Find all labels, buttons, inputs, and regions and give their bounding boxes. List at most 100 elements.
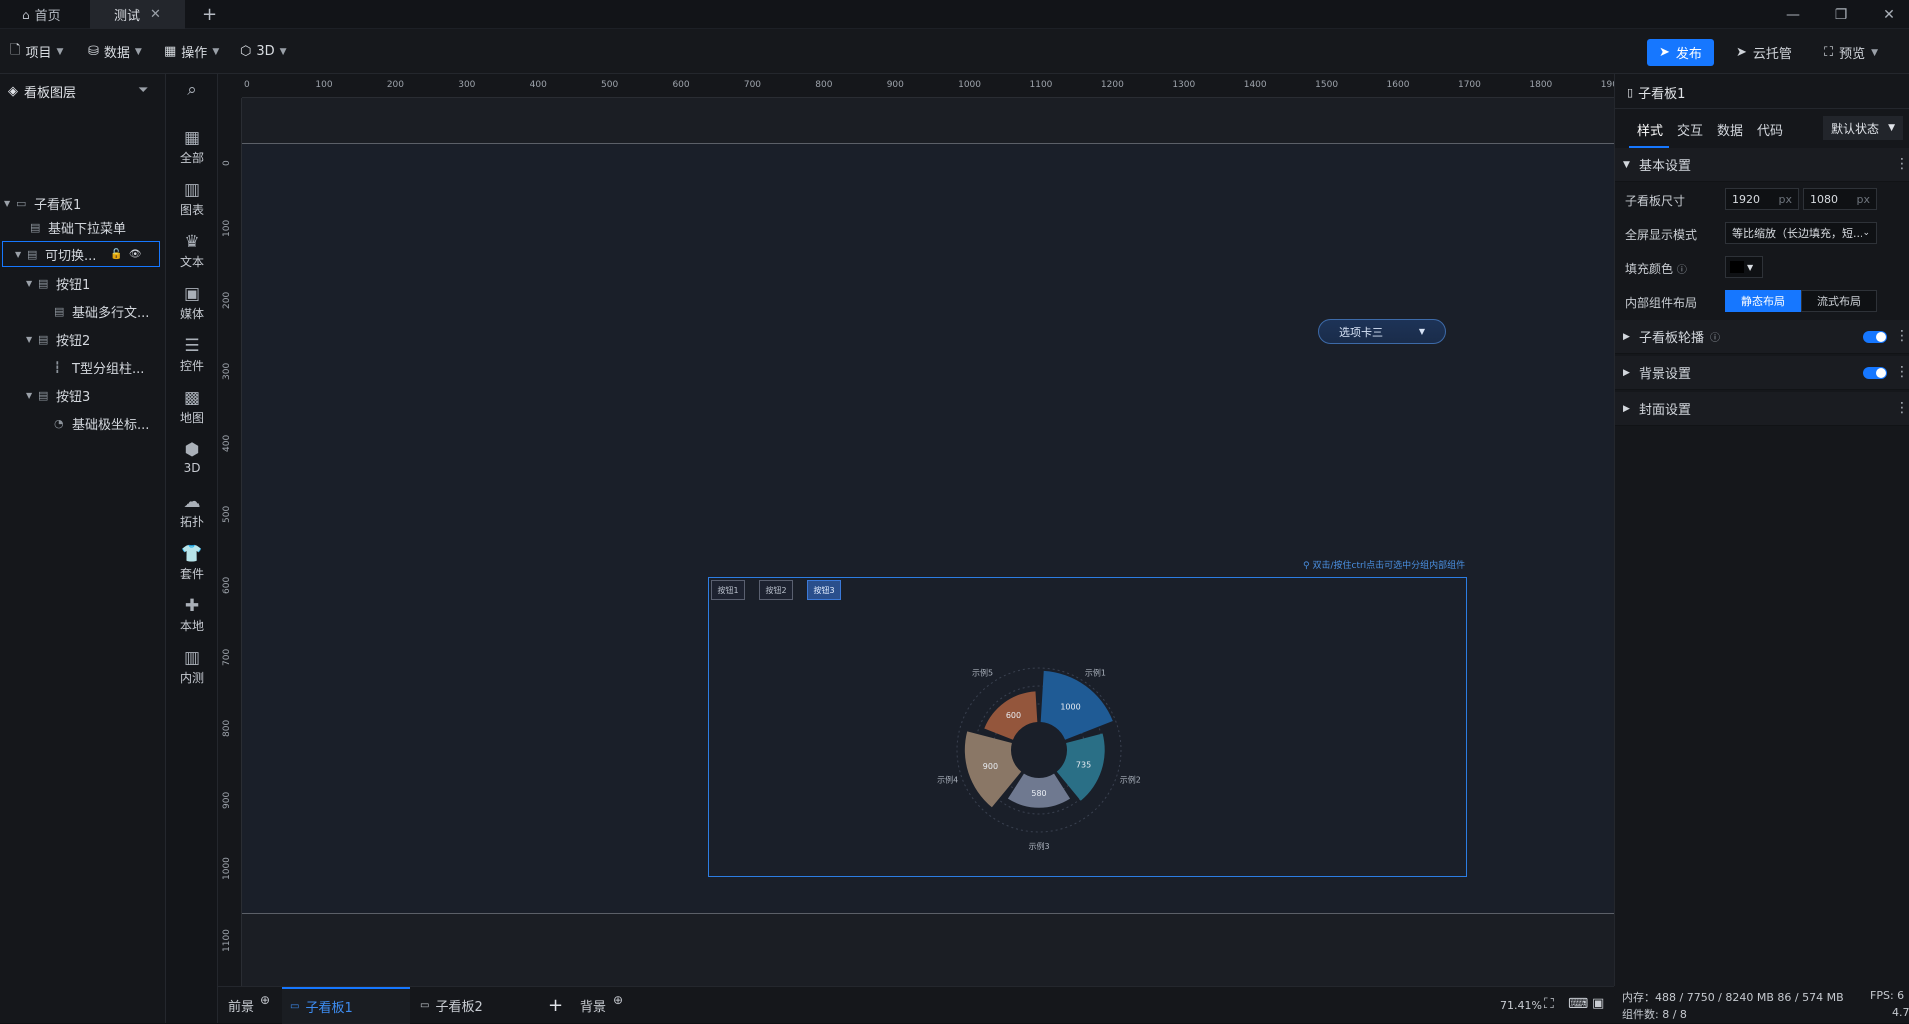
switch-button-3[interactable]: 按钮3 bbox=[807, 580, 841, 600]
menu-operation[interactable]: ▦ 操作 ▼ bbox=[164, 29, 219, 74]
lib-beta[interactable]: ▥ 内测 bbox=[166, 648, 218, 686]
terminal-icon[interactable]: ▣ bbox=[1592, 996, 1604, 1011]
dropdown-value: 选项卡三 bbox=[1339, 325, 1383, 339]
expand-icon[interactable]: ▼ bbox=[26, 279, 38, 288]
height-input[interactable]: 1080 px bbox=[1803, 188, 1877, 210]
divider bbox=[1615, 108, 1909, 109]
add-board-button[interactable]: + bbox=[548, 987, 563, 1024]
vertical-ruler[interactable]: 0 100 200 300 400 500 600 700 800 900 1000 1100 bbox=[218, 98, 242, 986]
expand-icon[interactable]: ▼ bbox=[26, 391, 38, 400]
static-layout-button[interactable]: 静态布局 bbox=[1725, 290, 1801, 312]
layer-label: 基础下拉菜单 bbox=[48, 221, 127, 237]
publish-button[interactable]: ➤ 发布 bbox=[1647, 39, 1714, 66]
restore-icon[interactable]: ❐ bbox=[1830, 4, 1852, 26]
layer-item[interactable]: ▼ ▤ 按钮2 bbox=[26, 325, 164, 353]
expand-icon[interactable]: ▼ bbox=[15, 250, 27, 259]
add-foreground-icon[interactable]: ⊕ bbox=[260, 993, 270, 1007]
eye-icon[interactable]: 👁 bbox=[129, 249, 142, 260]
flow-layout-button[interactable]: 流式布局 bbox=[1801, 290, 1877, 312]
lib-control[interactable]: ☰ 控件 bbox=[166, 336, 218, 374]
lib-kit[interactable]: 👕 套件 bbox=[166, 544, 218, 582]
ruler-tick-label: 800 bbox=[815, 80, 833, 90]
lib-map[interactable]: ▩ 地图 bbox=[166, 388, 218, 426]
lib-label: 全部 bbox=[179, 151, 204, 165]
tab-home[interactable]: ⌂ 首页 bbox=[10, 0, 90, 29]
send-icon: ➤ bbox=[1736, 45, 1747, 60]
width-input[interactable]: 1920 px bbox=[1725, 188, 1799, 210]
ruler-tick-label: 1500 bbox=[1315, 80, 1339, 90]
tab-interaction[interactable]: 交互 bbox=[1677, 120, 1703, 139]
zoom-level[interactable]: 71.41% bbox=[1500, 999, 1542, 1012]
close-icon[interactable]: ✕ bbox=[1878, 4, 1900, 26]
expand-icon[interactable]: ▼ bbox=[4, 199, 16, 208]
background-tab[interactable]: 背景 bbox=[580, 987, 606, 1024]
section-basic-settings[interactable]: ▼ 基本设置 bbox=[1615, 148, 1909, 182]
menu-project[interactable]: 🗋 项目 ▼ bbox=[10, 29, 63, 74]
sub-board[interactable]: 选项卡三 ▼ ⚲ 双击/按住ctrl点击可选中分组内部组件 按钮1 按钮2 按钮… bbox=[242, 143, 1614, 914]
state-select[interactable]: 默认状态 ▼ bbox=[1823, 116, 1903, 140]
lib-media[interactable]: ▣ 媒体 bbox=[166, 284, 218, 322]
memory-status: 内存：488 / 7750 / 8240 MB 86 / 574 MB bbox=[1622, 991, 1844, 1004]
fill-color-picker[interactable]: ▼ bbox=[1725, 256, 1763, 278]
menu-data[interactable]: ⛁ 数据 ▼ bbox=[88, 29, 142, 74]
add-tab-button[interactable]: + bbox=[190, 0, 229, 29]
tab-data[interactable]: 数据 bbox=[1717, 120, 1743, 139]
tab-style[interactable]: 样式 bbox=[1637, 120, 1663, 139]
expand-icon[interactable]: ▼ bbox=[26, 335, 38, 344]
layer-item[interactable]: ◔ 基础极坐标... bbox=[54, 409, 164, 437]
more-icon[interactable]: ⋮ bbox=[1895, 364, 1909, 380]
help-icon[interactable]: ⓘ bbox=[1710, 329, 1720, 344]
layer-item[interactable]: ▤ 基础下拉菜单 bbox=[30, 213, 164, 241]
board-tab-2[interactable]: ▭ 子看板2 bbox=[420, 987, 540, 1024]
search-button[interactable]: ⌕ bbox=[166, 80, 218, 100]
foreground-tab[interactable]: 前景 bbox=[228, 987, 254, 1024]
width-value: 1920 bbox=[1732, 192, 1760, 206]
ruler-tick-label: 0 bbox=[244, 80, 250, 90]
tab-test[interactable]: 测试 ✕ bbox=[90, 0, 185, 29]
fit-screen-icon[interactable]: ⛶ bbox=[1544, 996, 1554, 1012]
lib-3d[interactable]: ⬢ 3D bbox=[166, 440, 218, 475]
cloud-hosting-button[interactable]: ➤ 云托管 bbox=[1736, 39, 1792, 66]
layer-item[interactable]: ▤ 基础多行文... bbox=[54, 297, 164, 325]
polar-rose-chart[interactable]: 1000 示例1 735 示例2 580 示例3 900 示例4 600 示例5 bbox=[909, 638, 1169, 858]
preview-button[interactable]: ⛶ 预览 ▼ bbox=[1824, 39, 1878, 66]
fullscreen-select[interactable]: 等比缩放（长边填充，短... ⌄ bbox=[1725, 222, 1877, 244]
more-icon[interactable]: ⋮ bbox=[1895, 156, 1909, 172]
ruler-tick-label: 300 bbox=[458, 80, 476, 90]
canvas-area[interactable]: 0 100 200 300 400 500 600 700 800 900 1000 1100 1200… bbox=[218, 74, 1614, 986]
add-background-icon[interactable]: ⊕ bbox=[613, 993, 623, 1007]
section-cover[interactable]: ▶ 封面设置 bbox=[1615, 392, 1909, 426]
lib-all[interactable]: ▦ 全部 bbox=[166, 128, 218, 166]
switch-button-1[interactable]: 按钮1 bbox=[711, 580, 745, 600]
menu-3d[interactable]: ⬡ 3D ▼ bbox=[240, 29, 287, 74]
dropdown-menu-component[interactable]: 选项卡三 ▼ bbox=[1318, 319, 1446, 344]
layer-item[interactable]: ▼ ▤ 按钮3 bbox=[26, 381, 164, 409]
lib-local[interactable]: ✚ 本地 bbox=[166, 596, 218, 634]
layer-item-selected[interactable]: ▼ ▤ 可切换... 🔓 👁 bbox=[2, 241, 160, 267]
lib-chart[interactable]: ▥ 图表 bbox=[166, 180, 218, 218]
minimize-icon[interactable]: — bbox=[1782, 4, 1804, 26]
close-tab-icon[interactable]: ✕ bbox=[150, 7, 161, 22]
keyboard-icon[interactable]: ⌨ bbox=[1568, 996, 1588, 1012]
board-tab-1[interactable]: ▭ 子看板1 bbox=[282, 987, 410, 1024]
component-library-bar: ⌕ ▦ 全部 ▥ 图表 ♛ 文本 ▣ 媒体 ☰ 控件 ▩ 地图 ⬢ 3D ☁ 拓扑 👕 套件 ✚ 本… bbox=[166, 74, 218, 1023]
filter-icon[interactable]: ⏷ bbox=[138, 83, 148, 98]
board-tab-label: 子看板2 bbox=[435, 1000, 483, 1015]
switch-button-2[interactable]: 按钮2 bbox=[759, 580, 793, 600]
help-icon[interactable]: ⓘ bbox=[1677, 265, 1687, 276]
carousel-toggle[interactable] bbox=[1863, 331, 1887, 343]
lib-text[interactable]: ♛ 文本 bbox=[166, 232, 218, 270]
group-hint: ⚲ 双击/按住ctrl点击可选中分组内部组件 bbox=[1303, 558, 1465, 571]
tab-code[interactable]: 代码 bbox=[1757, 120, 1783, 139]
cube-icon: ⬢ bbox=[184, 440, 200, 460]
lib-topology[interactable]: ☁ 拓扑 bbox=[166, 492, 218, 530]
switchable-panel[interactable]: 按钮1 按钮2 按钮3 1000 示例1 735 示例2 580 示例3 900 示例4 600… bbox=[708, 577, 1467, 877]
layer-item[interactable]: ▼ ▤ 按钮1 bbox=[26, 269, 164, 297]
map-icon: ▩ bbox=[183, 388, 201, 408]
more-icon[interactable]: ⋮ bbox=[1895, 328, 1909, 344]
horizontal-ruler[interactable]: 0 100 200 300 400 500 600 700 800 900 1000 1100 1200… bbox=[242, 74, 1614, 98]
more-icon[interactable]: ⋮ bbox=[1895, 400, 1909, 416]
background-toggle[interactable] bbox=[1863, 367, 1887, 379]
unlock-icon[interactable]: 🔓 bbox=[110, 249, 122, 260]
layer-item[interactable]: ┇ T型分组柱... bbox=[54, 353, 164, 381]
